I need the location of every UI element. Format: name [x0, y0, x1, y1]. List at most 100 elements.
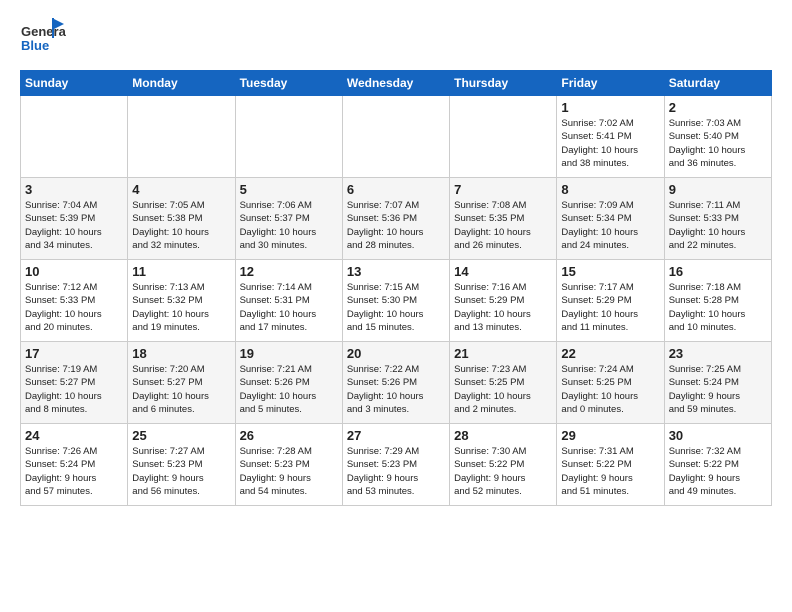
day-number: 1 — [561, 100, 659, 115]
day-info: Sunrise: 7:19 AM Sunset: 5:27 PM Dayligh… — [25, 363, 123, 416]
day-cell: 15 Sunrise: 7:17 AM Sunset: 5:29 PM Dayli… — [557, 260, 664, 342]
day-cell: 9 Sunrise: 7:11 AM Sunset: 5:33 PM Daylig… — [664, 178, 771, 260]
day-info: Sunrise: 7:24 AM Sunset: 5:25 PM Dayligh… — [561, 363, 659, 416]
day-number: 12 — [240, 264, 338, 279]
day-number: 4 — [132, 182, 230, 197]
day-cell: 7 Sunrise: 7:08 AM Sunset: 5:35 PM Daylig… — [450, 178, 557, 260]
day-number: 20 — [347, 346, 445, 361]
col-header-wednesday: Wednesday — [342, 71, 449, 96]
day-number: 25 — [132, 428, 230, 443]
day-number: 13 — [347, 264, 445, 279]
col-header-thursday: Thursday — [450, 71, 557, 96]
week-row-1: 1 Sunrise: 7:02 AM Sunset: 5:41 PM Daylig… — [21, 96, 772, 178]
day-cell: 6 Sunrise: 7:07 AM Sunset: 5:36 PM Daylig… — [342, 178, 449, 260]
day-number: 5 — [240, 182, 338, 197]
day-cell: 12 Sunrise: 7:14 AM Sunset: 5:31 PM Dayli… — [235, 260, 342, 342]
logo: General Blue — [20, 16, 66, 62]
day-cell: 8Sunrise: 7:09 AM Sunset: 5:34 PM Daylig… — [557, 178, 664, 260]
day-number: 30 — [669, 428, 767, 443]
day-info: Sunrise: 7:14 AM Sunset: 5:31 PM Dayligh… — [240, 281, 338, 334]
day-number: 19 — [240, 346, 338, 361]
col-header-monday: Monday — [128, 71, 235, 96]
day-number: 2 — [669, 100, 767, 115]
day-cell: 30 Sunrise: 7:32 AM Sunset: 5:22 PM Dayli… — [664, 424, 771, 506]
day-info: Sunrise: 7:08 AM Sunset: 5:35 PM Dayligh… — [454, 199, 552, 252]
day-cell: 5Sunrise: 7:06 AM Sunset: 5:37 PM Daylig… — [235, 178, 342, 260]
day-cell: 22 Sunrise: 7:24 AM Sunset: 5:25 PM Dayli… — [557, 342, 664, 424]
day-info: Sunrise: 7:28 AM Sunset: 5:23 PM Dayligh… — [240, 445, 338, 498]
day-number: 22 — [561, 346, 659, 361]
day-number: 27 — [347, 428, 445, 443]
day-info: Sunrise: 7:04 AM Sunset: 5:39 PM Dayligh… — [25, 199, 123, 252]
day-cell: 29Sunrise: 7:31 AM Sunset: 5:22 PM Dayli… — [557, 424, 664, 506]
day-number: 17 — [25, 346, 123, 361]
day-info: Sunrise: 7:26 AM Sunset: 5:24 PM Dayligh… — [25, 445, 123, 498]
day-info: Sunrise: 7:09 AM Sunset: 5:34 PM Dayligh… — [561, 199, 659, 252]
week-row-3: 10 Sunrise: 7:12 AM Sunset: 5:33 PM Dayli… — [21, 260, 772, 342]
day-cell: 2 Sunrise: 7:03 AM Sunset: 5:40 PM Daylig… — [664, 96, 771, 178]
day-cell: 4 Sunrise: 7:05 AM Sunset: 5:38 PM Daylig… — [128, 178, 235, 260]
calendar-page: General Blue SundayMondayTuesdayWednesda… — [0, 0, 792, 516]
day-cell — [450, 96, 557, 178]
day-cell: 18Sunrise: 7:20 AM Sunset: 5:27 PM Dayli… — [128, 342, 235, 424]
day-cell: 21 Sunrise: 7:23 AM Sunset: 5:25 PM Dayli… — [450, 342, 557, 424]
day-info: Sunrise: 7:20 AM Sunset: 5:27 PM Dayligh… — [132, 363, 230, 416]
day-cell: 27 Sunrise: 7:29 AM Sunset: 5:23 PM Dayli… — [342, 424, 449, 506]
day-info: Sunrise: 7:18 AM Sunset: 5:28 PM Dayligh… — [669, 281, 767, 334]
day-info: Sunrise: 7:32 AM Sunset: 5:22 PM Dayligh… — [669, 445, 767, 498]
day-number: 23 — [669, 346, 767, 361]
day-info: Sunrise: 7:27 AM Sunset: 5:23 PM Dayligh… — [132, 445, 230, 498]
day-number: 26 — [240, 428, 338, 443]
day-cell: 26 Sunrise: 7:28 AM Sunset: 5:23 PM Dayli… — [235, 424, 342, 506]
day-cell: 16Sunrise: 7:18 AM Sunset: 5:28 PM Dayli… — [664, 260, 771, 342]
day-cell: 28 Sunrise: 7:30 AM Sunset: 5:22 PM Dayli… — [450, 424, 557, 506]
calendar-header-row: SundayMondayTuesdayWednesdayThursdayFrid… — [21, 71, 772, 96]
day-number: 21 — [454, 346, 552, 361]
day-cell: 25 Sunrise: 7:27 AM Sunset: 5:23 PM Dayli… — [128, 424, 235, 506]
day-info: Sunrise: 7:11 AM Sunset: 5:33 PM Dayligh… — [669, 199, 767, 252]
day-cell: 10 Sunrise: 7:12 AM Sunset: 5:33 PM Dayli… — [21, 260, 128, 342]
day-number: 28 — [454, 428, 552, 443]
day-cell: 23Sunrise: 7:25 AM Sunset: 5:24 PM Dayli… — [664, 342, 771, 424]
day-info: Sunrise: 7:23 AM Sunset: 5:25 PM Dayligh… — [454, 363, 552, 416]
day-info: Sunrise: 7:05 AM Sunset: 5:38 PM Dayligh… — [132, 199, 230, 252]
day-info: Sunrise: 7:22 AM Sunset: 5:26 PM Dayligh… — [347, 363, 445, 416]
day-number: 10 — [25, 264, 123, 279]
day-cell: 20 Sunrise: 7:22 AM Sunset: 5:26 PM Dayli… — [342, 342, 449, 424]
day-info: Sunrise: 7:13 AM Sunset: 5:32 PM Dayligh… — [132, 281, 230, 334]
day-cell: 24Sunrise: 7:26 AM Sunset: 5:24 PM Dayli… — [21, 424, 128, 506]
day-number: 29 — [561, 428, 659, 443]
week-row-4: 17 Sunrise: 7:19 AM Sunset: 5:27 PM Dayli… — [21, 342, 772, 424]
calendar-table: SundayMondayTuesdayWednesdayThursdayFrid… — [20, 70, 772, 506]
day-number: 9 — [669, 182, 767, 197]
day-info: Sunrise: 7:12 AM Sunset: 5:33 PM Dayligh… — [25, 281, 123, 334]
day-cell — [21, 96, 128, 178]
col-header-friday: Friday — [557, 71, 664, 96]
day-cell: 19 Sunrise: 7:21 AM Sunset: 5:26 PM Dayli… — [235, 342, 342, 424]
day-info: Sunrise: 7:02 AM Sunset: 5:41 PM Dayligh… — [561, 117, 659, 170]
week-row-5: 24Sunrise: 7:26 AM Sunset: 5:24 PM Dayli… — [21, 424, 772, 506]
col-header-sunday: Sunday — [21, 71, 128, 96]
svg-text:Blue: Blue — [21, 38, 49, 53]
day-cell: 14Sunrise: 7:16 AM Sunset: 5:29 PM Dayli… — [450, 260, 557, 342]
day-info: Sunrise: 7:15 AM Sunset: 5:30 PM Dayligh… — [347, 281, 445, 334]
day-info: Sunrise: 7:29 AM Sunset: 5:23 PM Dayligh… — [347, 445, 445, 498]
week-row-2: 3Sunrise: 7:04 AM Sunset: 5:39 PM Daylig… — [21, 178, 772, 260]
day-info: Sunrise: 7:21 AM Sunset: 5:26 PM Dayligh… — [240, 363, 338, 416]
day-cell: 3Sunrise: 7:04 AM Sunset: 5:39 PM Daylig… — [21, 178, 128, 260]
day-cell — [235, 96, 342, 178]
day-info: Sunrise: 7:07 AM Sunset: 5:36 PM Dayligh… — [347, 199, 445, 252]
day-cell: 1 Sunrise: 7:02 AM Sunset: 5:41 PM Daylig… — [557, 96, 664, 178]
day-info: Sunrise: 7:30 AM Sunset: 5:22 PM Dayligh… — [454, 445, 552, 498]
day-info: Sunrise: 7:03 AM Sunset: 5:40 PM Dayligh… — [669, 117, 767, 170]
day-cell: 11Sunrise: 7:13 AM Sunset: 5:32 PM Dayli… — [128, 260, 235, 342]
day-number: 15 — [561, 264, 659, 279]
col-header-saturday: Saturday — [664, 71, 771, 96]
logo-icon: General Blue — [20, 16, 66, 62]
day-number: 6 — [347, 182, 445, 197]
day-info: Sunrise: 7:16 AM Sunset: 5:29 PM Dayligh… — [454, 281, 552, 334]
col-header-tuesday: Tuesday — [235, 71, 342, 96]
day-cell — [128, 96, 235, 178]
day-info: Sunrise: 7:17 AM Sunset: 5:29 PM Dayligh… — [561, 281, 659, 334]
day-number: 7 — [454, 182, 552, 197]
